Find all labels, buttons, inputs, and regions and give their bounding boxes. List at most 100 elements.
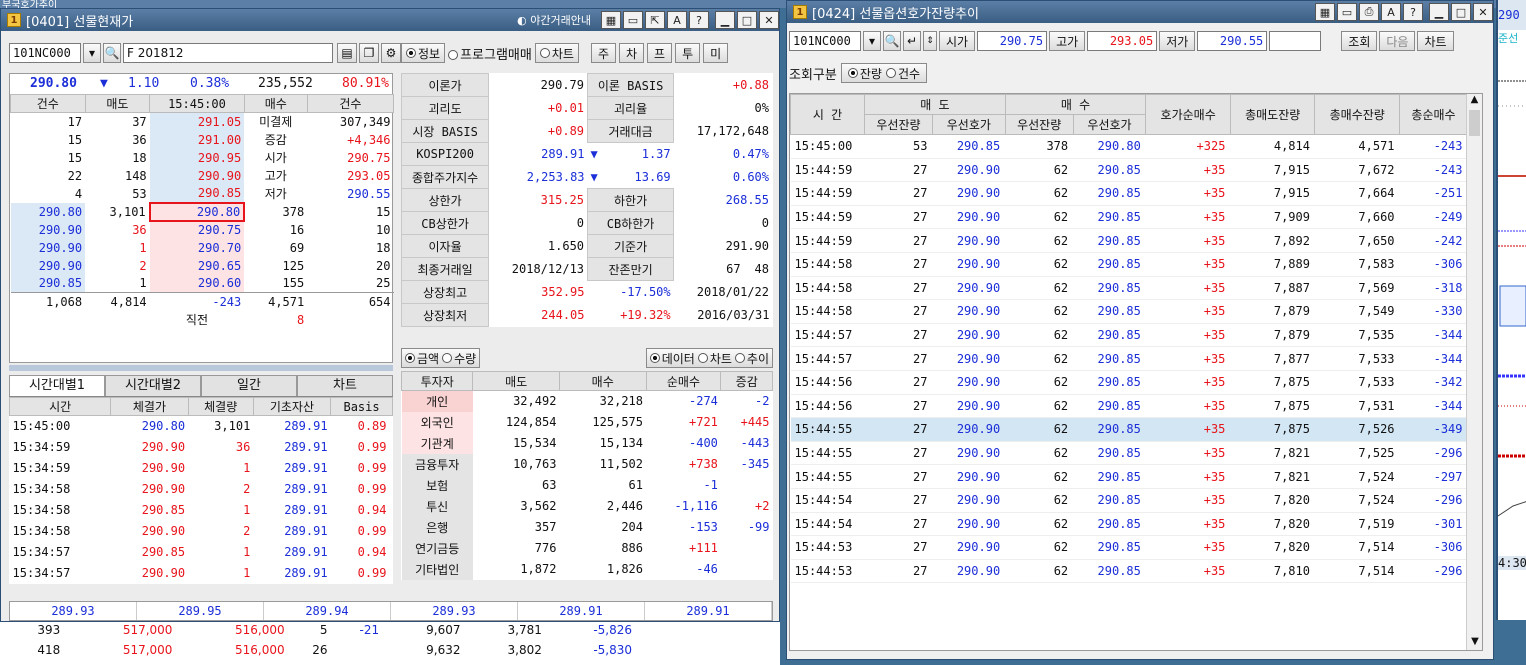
bid-price[interactable]: 290.80 (148, 201, 246, 222)
tab-main[interactable]: 주 (590, 43, 616, 63)
trend-row[interactable]: 15:44:57 27 290.90 62 290.85 +35 7,877 7,533 -34… (790, 346, 1468, 371)
time-tab[interactable]: 차트 (297, 375, 393, 396)
tab-difference[interactable]: 차 (619, 43, 645, 63)
trend-row[interactable]: 15:44:54 27 290.90 62 290.85 +35 7,820 7,519 -30… (790, 512, 1468, 537)
trend-row[interactable]: 15:44:58 27 290.90 62 290.85 +35 7,887 7,569 -31… (790, 276, 1468, 301)
window-icon[interactable]: ▭ (623, 11, 643, 29)
trend-row[interactable]: 15:44:55 27 290.90 62 290.85 +35 7,821 7,525 -29… (790, 441, 1468, 466)
ask-row[interactable]: 15 36 291.00 증감 +4,346 (11, 130, 394, 149)
time-table-row[interactable]: 15:34:57 290.90 1 289.91 0.99 (10, 563, 393, 584)
investor-row[interactable]: 금융투자 10,763 11,502 +738 -345 (401, 453, 773, 475)
time-tab[interactable]: 시간대별1 (9, 375, 105, 396)
dropdown-icon-2[interactable]: ▾ (863, 31, 881, 51)
investor-row[interactable]: 투신 3,562 2,446 -1,116 +2 (401, 495, 773, 517)
time-table-row[interactable]: 15:34:58 290.85 1 289.91 0.94 (10, 500, 393, 521)
investor-row[interactable]: 연기금등 776 886 +111 (401, 537, 773, 559)
ask-row[interactable]: 15 18 290.95 시가 290.75 (11, 148, 394, 167)
futures-price-titlebar[interactable]: 1 [0401] 선물현재가 ◐ 야간거래안내 ▦ ▭ ⇱ A ? ▁ □ ✕ (1, 9, 779, 31)
orderbook-trend-titlebar[interactable]: 1 [0424] 선물옵션호가잔량추이 ▦ ▭ ⎙ A ? ▁ □ ✕ (787, 1, 1493, 23)
trend-row[interactable]: 15:44:56 27 290.90 62 290.85 +35 7,875 7,533 -34… (790, 370, 1468, 395)
ask-row[interactable]: 17 37 291.05 미결제 307,349 (11, 112, 394, 131)
investor-row[interactable]: 보험 63 61 -1 (401, 474, 773, 496)
scrollbar[interactable]: ▲ ▼ (1466, 94, 1482, 650)
next-button[interactable]: 다음 (1379, 31, 1416, 51)
trend-row[interactable]: 15:44:58 27 290.90 62 290.85 +35 7,879 7,549 -33… (790, 299, 1468, 324)
investor-row[interactable]: 은행 357 204 -153 -99 (401, 516, 773, 538)
bid-price[interactable]: 290.75 (149, 220, 245, 239)
trend-row[interactable]: 15:45:00 53 290.85 378 290.80 +325 4,814 4,571-… (790, 134, 1468, 159)
font-icon-2[interactable]: A (1381, 3, 1401, 21)
query-button[interactable]: 조회 (1341, 31, 1378, 51)
code-input[interactable]: 101NC000 (9, 43, 81, 63)
trend-row[interactable]: 15:44:57 27 290.90 62 290.85 +35 7,879 7,535 -34… (790, 323, 1468, 348)
trend-row[interactable]: 15:44:55 27 290.90 62 290.85 +35 7,821 7,524 -29… (790, 464, 1468, 489)
split-divider[interactable] (9, 365, 393, 371)
radio-remain[interactable]: 잔량 건수 (840, 63, 928, 83)
bid-price[interactable]: 290.60 (149, 274, 245, 293)
trend-row[interactable]: 15:44:54 27 290.90 62 290.85 +35 7,820 7,524 -29… (790, 488, 1468, 513)
chart-button[interactable]: 차트 (1417, 31, 1454, 51)
copy-icon[interactable]: ❐ (359, 43, 379, 63)
minimize-icon-2[interactable]: ▁ (1429, 3, 1449, 21)
scroll-up-icon[interactable]: ▲ (1467, 94, 1482, 110)
time-tab[interactable]: 일간 (201, 375, 297, 396)
radio-info[interactable]: 정보 (401, 43, 446, 63)
investor-row[interactable]: 외국인 124,854 125,575 +721 +445 (401, 411, 773, 433)
pin-icon[interactable]: ⇱ (645, 11, 665, 29)
radio-amount[interactable]: 금액 수량 (401, 348, 481, 368)
radio-program[interactable]: 프로그램매매 (448, 44, 532, 63)
dropdown-icon[interactable]: ▾ (83, 43, 101, 63)
enter-icon[interactable]: ↵ (903, 31, 921, 51)
scroll-thumb[interactable] (1469, 110, 1480, 136)
bid-price[interactable]: 290.70 (149, 238, 245, 257)
trend-row[interactable]: 15:44:59 27 290.90 62 290.85 +35 7,909 7,660 -24… (790, 205, 1468, 230)
bid-row[interactable]: 290.90 1 290.70 69 18 (10, 238, 394, 257)
bid-row[interactable]: 290.90 36 290.75 16 10 (10, 220, 394, 239)
ask-row[interactable]: 4 53 290.85 저가 290.55 (11, 184, 394, 203)
scroll-down-icon[interactable]: ▼ (1467, 636, 1482, 650)
time-table-row[interactable]: 15:34:57 290.85 1 289.91 0.94 (10, 542, 393, 563)
time-tab[interactable]: 시간대별2 (105, 375, 201, 396)
trend-row[interactable]: 15:44:56 27 290.90 62 290.85 +35 7,875 7,531 -34… (790, 394, 1468, 419)
extra-field[interactable] (1269, 31, 1322, 51)
grid-icon[interactable]: ▤ (337, 43, 357, 63)
ask-price[interactable]: 290.85 (149, 184, 245, 203)
ask-price[interactable]: 291.00 (149, 130, 245, 149)
trend-row[interactable]: 15:44:59 27 290.90 62 290.85 +35 7,892 7,650 -24… (790, 228, 1468, 253)
bid-row[interactable]: 290.85 1 290.60 155 25 (10, 274, 394, 293)
ask-price[interactable]: 290.95 (149, 148, 245, 167)
trend-row[interactable]: 15:44:59 27 290.90 62 290.85 +35 7,915 7,664 -25… (790, 181, 1468, 206)
investor-row[interactable]: 기관계 15,534 15,134 -400 -443 (401, 432, 773, 454)
settings-icon[interactable]: ⚙ (381, 43, 401, 63)
maximize-icon[interactable]: □ (737, 11, 757, 29)
help-icon[interactable]: ? (689, 11, 709, 29)
code-input-2[interactable]: 101NC000 (789, 31, 861, 51)
investor-row[interactable]: 기타법인 1,872 1,826 -46 (401, 558, 773, 580)
trend-row[interactable]: 15:44:59 27 290.90 62 290.85 +35 7,915 7,672 -24… (790, 158, 1468, 183)
help-icon-2[interactable]: ? (1403, 3, 1423, 21)
trend-row[interactable]: 15:44:53 27 290.90 62 290.85 +35 7,820 7,514 -30… (790, 535, 1468, 560)
layout-icon[interactable]: ▦ (601, 11, 621, 29)
print-icon[interactable]: ⎙ (1359, 3, 1379, 21)
time-table-row[interactable]: 15:45:00 290.80 3,101 289.91 0.89 (10, 416, 393, 437)
tab-program[interactable]: 프 (647, 43, 673, 63)
ask-row[interactable]: 22 148 290.90 고가 293.05 (11, 166, 394, 185)
layout-icon-2[interactable]: ▦ (1315, 3, 1335, 21)
ask-price[interactable]: 291.05 (149, 112, 245, 131)
search-icon-2[interactable]: 🔍 (883, 31, 901, 51)
investor-row[interactable]: 개인 32,492 32,218 -274 -2 (401, 390, 773, 412)
bid-row[interactable]: 290.90 2 290.65 125 20 (10, 256, 394, 275)
search-icon[interactable]: 🔍 (103, 43, 121, 63)
maximize-icon-2[interactable]: □ (1451, 3, 1471, 21)
night-trading-link[interactable]: ◐ 야간거래안내 (517, 12, 591, 28)
minimize-icon[interactable]: ▁ (715, 11, 735, 29)
trend-row[interactable]: 15:44:55 27 290.90 62 290.85 +35 7,875 7,526 -34… (790, 417, 1468, 442)
time-table-row[interactable]: 15:34:59 290.90 1 289.91 0.99 (10, 458, 393, 479)
close-icon[interactable]: ✕ (759, 11, 779, 29)
bid-price[interactable]: 290.65 (149, 256, 245, 275)
tab-open-interest[interactable]: 미 (703, 43, 729, 63)
font-icon[interactable]: A (667, 11, 687, 29)
time-table-row[interactable]: 15:34:58 290.90 2 289.91 0.99 (10, 479, 393, 500)
ask-price[interactable]: 290.90 (149, 166, 245, 185)
close-icon-2[interactable]: ✕ (1473, 3, 1493, 21)
